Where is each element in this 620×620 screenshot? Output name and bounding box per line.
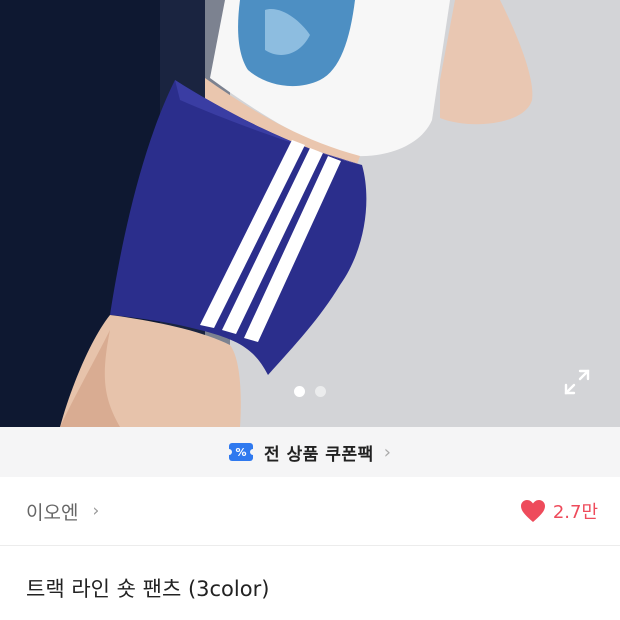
store-name: 이오엔 — [26, 501, 79, 524]
coupon-pack-banner[interactable]: % 전 상품 쿠폰팩 › — [0, 427, 620, 477]
like-count: 2.7만 — [552, 502, 598, 523]
product-title: 트랙 라인 숏 팬츠 (3color) — [26, 577, 270, 601]
coupon-icon: % — [226, 443, 257, 461]
chevron-right-icon: › — [92, 501, 100, 521]
like-button[interactable]: 2.7만 — [520, 498, 598, 524]
product-photo — [0, 0, 620, 427]
gallery-pagination — [0, 386, 620, 397]
pagination-dot[interactable] — [315, 386, 326, 397]
heart-icon — [520, 500, 545, 522]
store-link[interactable]: 이오엔 › — [26, 498, 99, 525]
pagination-dot-active[interactable] — [294, 386, 305, 397]
chevron-right-icon: › — [383, 441, 391, 463]
store-row: 이오엔 › 2.7만 — [0, 477, 620, 546]
expand-icon[interactable] — [563, 368, 591, 396]
coupon-label: 전 상품 쿠폰팩 — [264, 444, 374, 465]
product-image[interactable] — [0, 0, 620, 427]
